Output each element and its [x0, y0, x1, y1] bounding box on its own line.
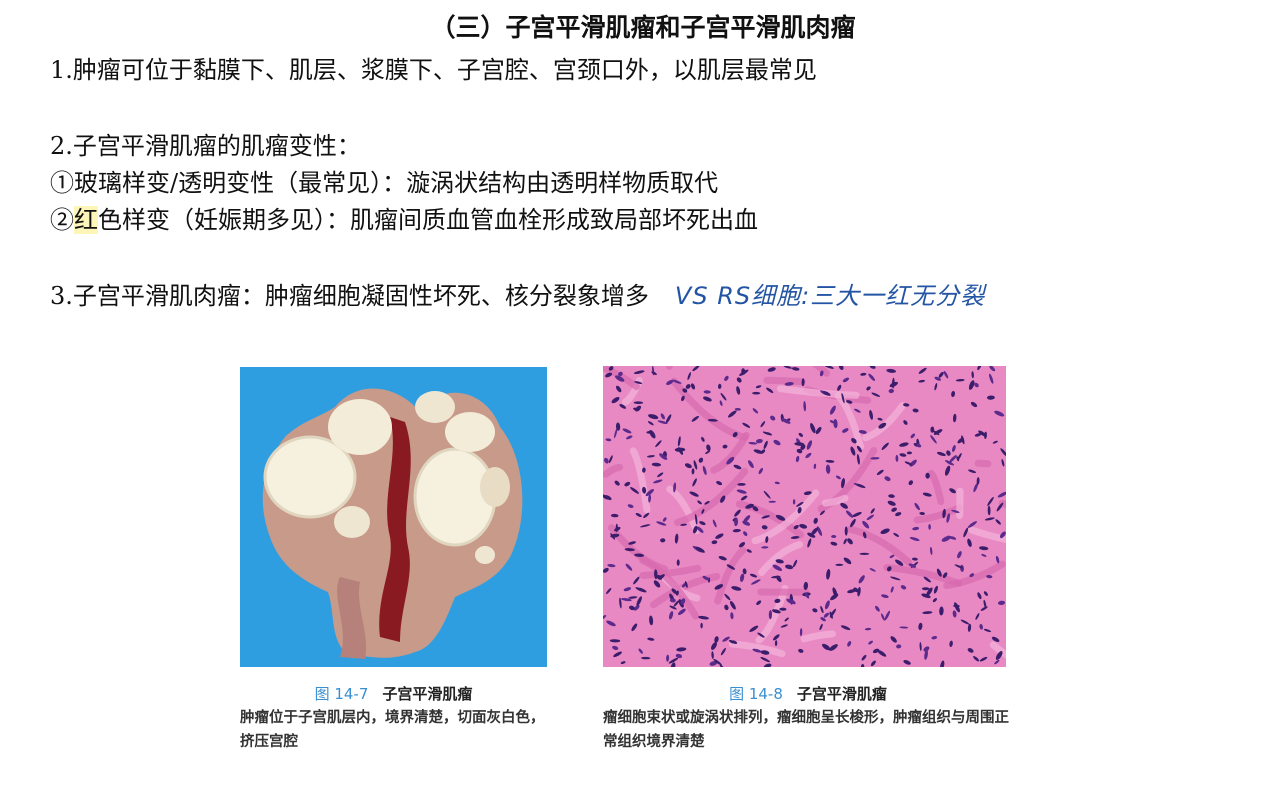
highlighted-text: 红: [74, 206, 98, 234]
figure-right-description: 瘤细胞束状或旋涡状排列，瘤细胞呈长梭形，肿瘤组织与周围正常组织境界清楚: [603, 710, 1009, 750]
figure-left-description: 肿瘤位于子宫肌层内，境界清楚，切面灰白色，挤压宫腔: [240, 710, 545, 750]
item-text: 色样变（妊娠期多见）：肌瘤间质血管血栓形成致局部坏死出血: [98, 206, 758, 234]
point-2-heading: 2.子宫平滑肌瘤的肌瘤变性：: [50, 132, 361, 160]
handwritten-note: VS RS细胞:三大一红无分裂: [674, 282, 986, 310]
figure-right-number: 图 14-8: [729, 685, 783, 703]
uterus-specimen-photo: [240, 367, 547, 667]
figure-left-title-text: 子宫平滑肌瘤: [382, 685, 473, 703]
point-2-item-1: ①玻璃样变/透明变性（最常见）：漩涡状结构由透明样物质取代: [50, 169, 719, 197]
point-1: 1.肿瘤可位于黏膜下、肌层、浆膜下、子宫腔、宫颈口外，以肌层最常见: [50, 56, 817, 84]
point-3: 3.子宫平滑肌肉瘤：肿瘤细胞凝固性坏死、核分裂象增多 VS RS细胞:三大一红无分…: [50, 276, 985, 311]
section-title: （三）子宫平滑肌瘤和子宫平滑肌肉瘤: [430, 13, 856, 42]
point-2-item-2: ②红色样变（妊娠期多见）：肌瘤间质血管血栓形成致局部坏死出血: [50, 200, 758, 235]
histology-micrograph: [603, 366, 1006, 667]
point-3-text: 3.子宫平滑肌肉瘤：肿瘤细胞凝固性坏死、核分裂象增多: [50, 282, 649, 310]
figure-left-title: 图 14-7 子宫平滑肌瘤: [240, 682, 547, 706]
item-marker: ②: [50, 206, 74, 234]
figure-right-title-text: 子宫平滑肌瘤: [796, 685, 887, 703]
figure-left-number: 图 14-7: [314, 685, 369, 703]
figure-right-title: 图 14-8 子宫平滑肌瘤: [603, 682, 1013, 706]
figure-left-caption: 图 14-7 子宫平滑肌瘤 肿瘤位于子宫肌层内，境界清楚，切面灰白色，挤压宫腔: [240, 682, 547, 754]
figure-right-caption: 图 14-8 子宫平滑肌瘤 瘤细胞束状或旋涡状排列，瘤细胞呈长梭形，肿瘤组织与周围…: [603, 682, 1013, 754]
